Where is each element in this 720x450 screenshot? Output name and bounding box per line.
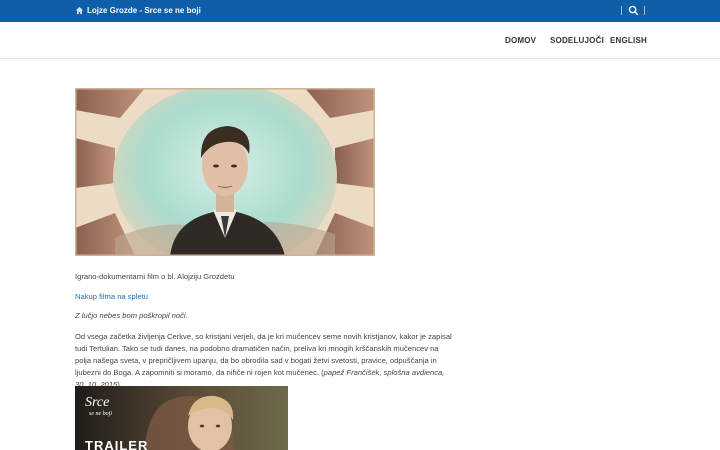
nav-item-english[interactable]: ENGLISH [610, 36, 647, 45]
trailer-label: TRAILER [85, 438, 149, 450]
main-navigation: DOMOV SODELUJOČI ENGLISH [0, 22, 720, 59]
home-icon[interactable] [75, 6, 84, 15]
hero-poster-image [75, 88, 375, 256]
site-title[interactable]: Lojze Grozde - Srce se ne boji [87, 6, 201, 15]
poster-illustration [75, 88, 375, 256]
top-bar: Lojze Grozde - Srce se ne boji [0, 0, 720, 22]
film-subtitle: Igrano-dokumentarni film o bl. Alojziju … [75, 272, 235, 281]
trailer-logo-subtitle: se ne boji [89, 411, 112, 417]
intro-paragraph: Od vsega začetka življenja Cerkve, so kr… [75, 332, 452, 389]
nav-item-sodelujoci[interactable]: SODELUJOČI [550, 36, 604, 45]
buy-film-link[interactable]: Nakup filma na spletu [75, 292, 148, 301]
nav-item-domov[interactable]: DOMOV [505, 36, 536, 45]
divider [621, 6, 622, 15]
trailer-thumbnail[interactable]: Srce se ne boji TRAILER [75, 386, 288, 450]
quote: Z lučjo nebes bom poškropil noči. [75, 311, 188, 320]
search-icon[interactable] [628, 5, 639, 16]
trailer-logo-title: Srce [85, 395, 110, 410]
divider [644, 6, 645, 15]
